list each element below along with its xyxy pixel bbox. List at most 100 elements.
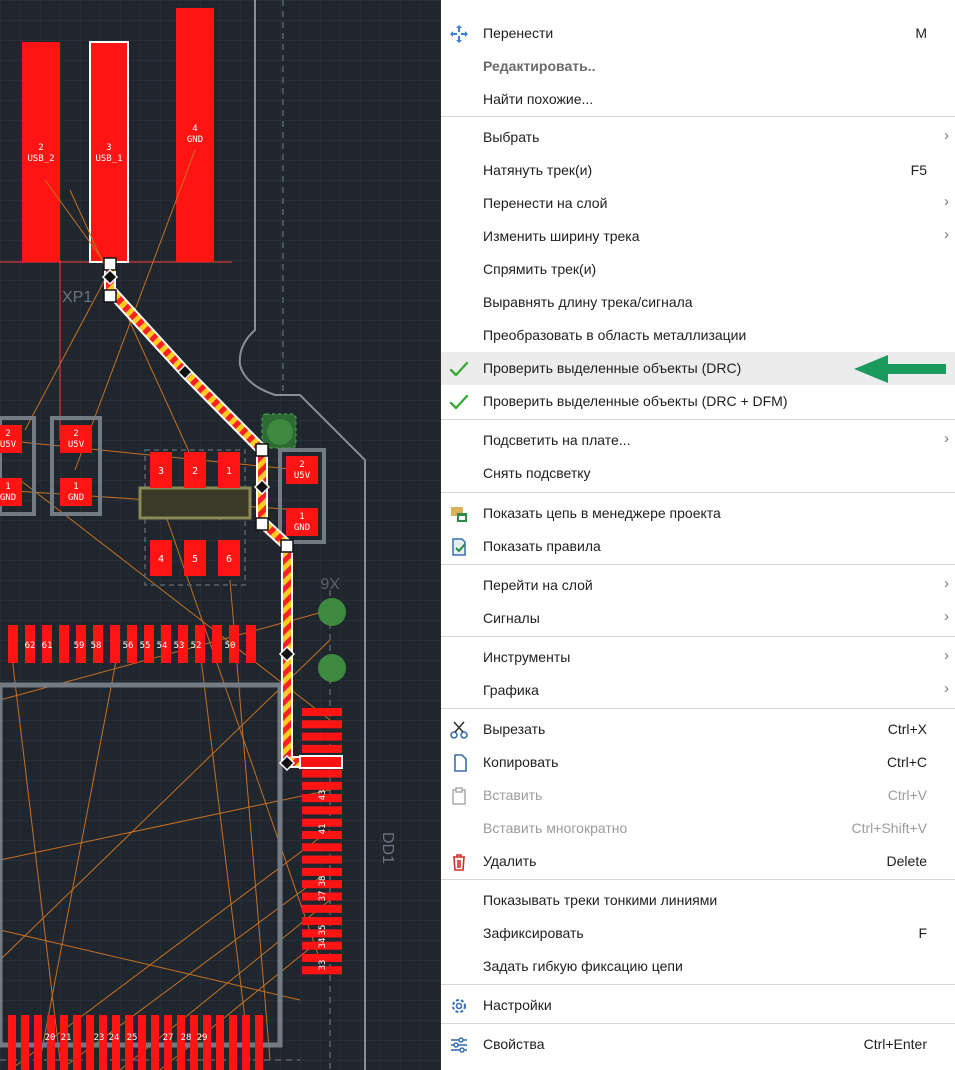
ic-pin [302, 732, 342, 741]
menu-item-label: Графика [483, 682, 539, 698]
menu-item-10[interactable]: Преобразовать в область металлизации [441, 319, 955, 352]
ic-pin [21, 1015, 29, 1070]
menu-item-18[interactable]: Сигналы › [441, 602, 955, 635]
menu-item-label: Перенести на слой [483, 195, 608, 211]
menu-item-label: Проверить выделенные объекты (DRC) [483, 360, 742, 376]
ic-pin [302, 781, 342, 790]
menu-item-29[interactable]: Настройки [441, 989, 955, 1022]
menu-item-label: Перенести [483, 25, 554, 41]
menu-item-shortcut: F5 [910, 162, 927, 178]
ic-pin-label: 37 [318, 891, 328, 902]
menu-item-21[interactable]: Вырезать Ctrl+X [441, 713, 955, 746]
move-icon [449, 24, 469, 44]
trash-icon [449, 852, 469, 872]
dd1-designator: DD1 [379, 832, 396, 864]
ic-pin [138, 1015, 146, 1070]
chevron-right-icon: › [944, 608, 949, 625]
checkmark-icon [449, 392, 469, 412]
ic-pin-label: 35 [318, 925, 328, 936]
ic-pin [8, 1015, 16, 1070]
menu-item-28[interactable]: Задать гибкую фиксацию цепи [441, 950, 955, 983]
u-pad-3: 3 [158, 466, 164, 477]
menu-item-9[interactable]: Выравнять длину трека/сигнала [441, 286, 955, 319]
ic-pin [255, 1015, 263, 1070]
ic-pin-label: 33 [318, 960, 328, 971]
u-pad-5: 5 [192, 554, 198, 565]
menu-item-label: Показывать треки тонкими линиями [483, 892, 718, 908]
ic-pin [110, 625, 120, 663]
menu-item-shortcut: Ctrl+Shift+V [851, 820, 927, 836]
menu-item-label: Выбрать [483, 129, 540, 145]
menu-item-label: Вырезать [483, 721, 546, 737]
menu-item-19[interactable]: Инструменты › [441, 641, 955, 674]
ic-pin [302, 843, 342, 852]
menu-item-20[interactable]: Графика › [441, 674, 955, 707]
menu-item-6[interactable]: Перенести на слой › [441, 187, 955, 220]
menu-item-15[interactable]: Показать цепь в менеджере проекта [441, 497, 955, 530]
ic-pin [302, 720, 342, 729]
ic-pin [242, 1015, 250, 1070]
menu-item-label: Задать гибкую фиксацию цепи [483, 958, 683, 974]
ic-pin-label: 55 [140, 641, 151, 651]
menu-item-2[interactable]: Редактировать.. [441, 50, 955, 83]
menu-item-label: Настройки [483, 997, 552, 1013]
menu-item-label: Инструменты [483, 649, 571, 665]
menu-item-30[interactable]: Свойства Ctrl+Enter [441, 1028, 955, 1061]
menu-item-label: Вставить [483, 787, 543, 803]
menu-item-22[interactable]: Копировать Ctrl+C [441, 746, 955, 779]
menu-item-26[interactable]: Показывать треки тонкими линиями [441, 884, 955, 917]
menu-item-label: Свойства [483, 1036, 545, 1052]
sliders-icon [449, 1035, 469, 1055]
ic-pin [229, 1015, 237, 1070]
menu-item-label: Копировать [483, 754, 559, 770]
pcb-canvas[interactable]: 2 USB_2 3 USB_1 4 GND XP1 2 U5V 1 GND 2 U5V 1G… [0, 0, 441, 1070]
ic-pin [73, 1015, 81, 1070]
pcb-layout[interactable]: 2 USB_2 3 USB_1 4 GND XP1 2 U5V 1 GND 2 U5V 1G… [0, 0, 441, 1070]
menu-item-5[interactable]: Натянуть трек(и) F5 [441, 154, 955, 187]
menu-item-13[interactable]: Подсветить на плате... › [441, 424, 955, 457]
menu-item-label: Показать правила [483, 538, 601, 554]
menu-item-label: Изменить ширину трека [483, 228, 640, 244]
ic-pin [302, 708, 342, 716]
menu-item-shortcut: Ctrl+Enter [863, 1036, 927, 1052]
ic-pin-label: 34 [318, 938, 328, 949]
ic-pin-label: 21 [61, 1033, 72, 1043]
ic-pin-label: 50 [225, 641, 236, 651]
ic-pin-label: 43 [318, 790, 328, 801]
menu-item-16[interactable]: Показать правила [441, 530, 955, 563]
menu-separator [441, 1023, 955, 1024]
menu-item-label: Сигналы [483, 610, 540, 626]
menu-item-label: Проверить выделенные объекты (DRC + DFM) [483, 393, 788, 409]
menu-item-17[interactable]: Перейти на слой › [441, 569, 955, 602]
menu-item-27[interactable]: Зафиксировать F [441, 917, 955, 950]
menu-item-1[interactable]: Перенести M [441, 17, 955, 50]
ic-pin [302, 806, 342, 815]
ic-pin [302, 769, 342, 778]
menu-item-label: Натянуть трек(и) [483, 162, 593, 178]
ic-pin-label: 54 [157, 641, 168, 651]
ic-pin [151, 1015, 159, 1070]
menu-item-3[interactable]: Найти похожие... [441, 83, 955, 116]
menu-item-25[interactable]: Удалить Delete [441, 845, 955, 878]
chevron-right-icon: › [944, 575, 949, 592]
ic-pin [246, 625, 256, 663]
chevron-right-icon: › [944, 226, 949, 243]
ic-pin-label: 29 [197, 1033, 208, 1043]
menu-item-7[interactable]: Изменить ширину трека › [441, 220, 955, 253]
x6-designator: X6 [320, 574, 340, 591]
menu-item-shortcut: Delete [886, 853, 927, 869]
scissors-icon [449, 720, 469, 740]
ic-pin-label: 20 [45, 1033, 56, 1043]
u-pad-6: 6 [226, 554, 232, 565]
menu-item-12[interactable]: Проверить выделенные объекты (DRC + DFM) [441, 385, 955, 418]
project-tree-icon [449, 504, 469, 524]
ic-pin [302, 744, 342, 753]
u-pad-4: 4 [158, 554, 164, 565]
chevron-right-icon: › [944, 127, 949, 144]
menu-item-14[interactable]: Снять подсветку [441, 457, 955, 490]
menu-item-label: Снять подсветку [483, 465, 591, 481]
rules-icon [449, 537, 469, 557]
pointer-arrow-icon [854, 355, 946, 383]
menu-item-8[interactable]: Спрямить трек(и) [441, 253, 955, 286]
menu-item-4[interactable]: Выбрать › [441, 121, 955, 154]
